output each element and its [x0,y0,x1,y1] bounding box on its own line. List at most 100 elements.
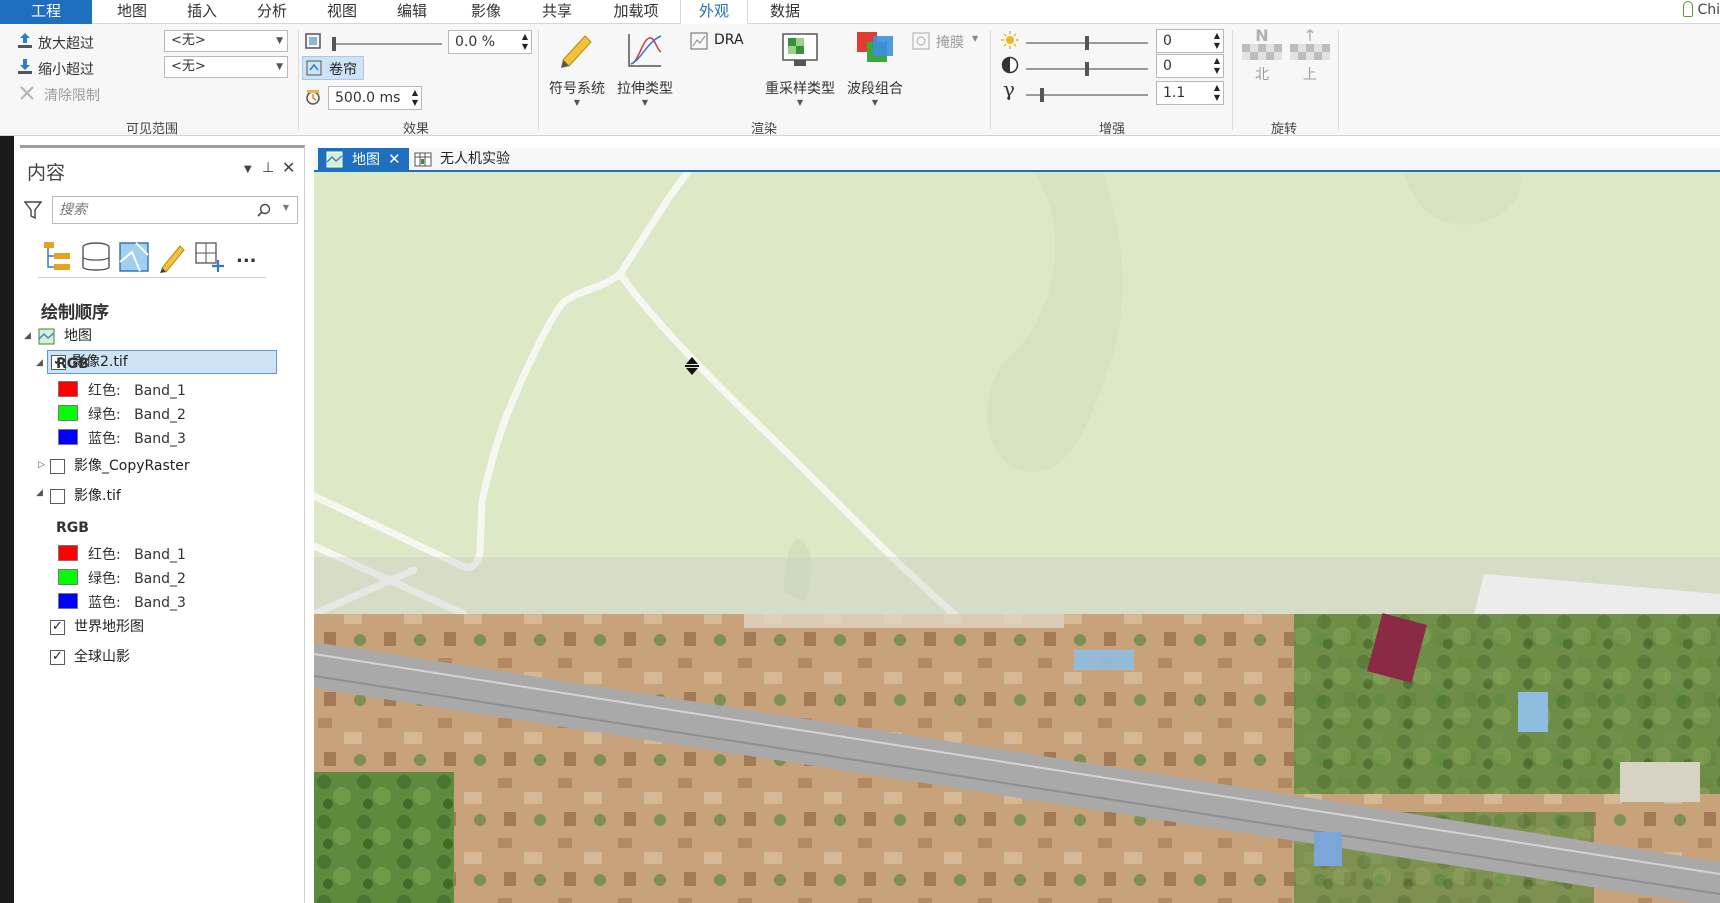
pane-options-chevron-icon[interactable]: ▼ [244,164,252,175]
gamma-slider[interactable] [1026,88,1148,102]
gamma-icon: γ [1003,77,1015,101]
mask-button[interactable]: 掩膜 ▼ [912,32,984,52]
flicker-rate-spinner[interactable]: 500.0 ms ▲ ▼ [328,86,422,110]
layer-row-copyraster[interactable]: 影像_CopyRaster [50,454,280,478]
list-by-editing-icon[interactable] [154,240,190,274]
chevron-down-icon: ▼ [276,36,283,46]
red-band-swatch[interactable] [58,545,78,561]
layer-row-world-hillshade[interactable]: ✓ 全球山影 [50,645,280,669]
brightness-slider[interactable] [1026,36,1148,50]
collapse-triangle-icon[interactable]: ◢ [36,488,43,498]
tree-node-map[interactable]: ◢ 地图 [20,324,290,348]
list-by-selection-icon[interactable] [116,240,152,274]
green-band-swatch[interactable] [58,569,78,585]
transparency-slider-thumb[interactable] [332,37,336,51]
tab-view[interactable]: 视图 [310,0,374,24]
spinner-arrows-icon[interactable]: ▲ ▼ [522,32,528,52]
symbology-icon [561,35,592,68]
spinner-arrows-icon[interactable]: ▲ ▼ [1214,31,1220,51]
dra-button[interactable]: DRA [690,32,750,52]
tab-edit[interactable]: 编辑 [380,0,444,24]
transparency-slider[interactable] [332,37,442,51]
brightness-slider-thumb[interactable] [1085,36,1089,50]
close-icon[interactable]: ✕ [388,150,401,168]
zoom-in-beyond-select[interactable]: <无> ▼ [164,30,288,52]
tab-imagery[interactable]: 影像 [450,0,522,24]
map-rendering [314,172,1720,903]
swipe-button[interactable]: 卷帘 [302,56,364,80]
layer-row-image[interactable]: 影像.tif [50,484,280,508]
symbology-button[interactable]: 符号系统 ▼ [544,30,610,108]
contrast-slider-thumb[interactable] [1085,62,1089,76]
pin-icon[interactable]: ⊥ [262,160,274,176]
search-box[interactable]: ▼ [52,196,298,224]
search-options-chevron-icon[interactable]: ▼ [283,203,289,212]
filter-icon[interactable] [24,200,42,220]
transparency-spinner[interactable]: 0.0 % ▲ ▼ [448,30,532,54]
tab-data[interactable]: 数据 [752,0,818,24]
layer-visibility-checkbox[interactable]: ✓ [50,620,65,635]
group-divider [990,30,991,130]
spinner-arrows-icon[interactable]: ▲ ▼ [1214,83,1220,103]
map-icon [38,328,55,345]
map-canvas[interactable] [314,172,1720,903]
zoom-out-beyond-button[interactable]: 缩小超过 [38,59,94,79]
close-pane-icon[interactable]: ✕ [282,158,295,177]
expand-triangle-icon[interactable]: ▷ [38,460,45,470]
stretch-type-button[interactable]: 拉伸类型 ▼ [612,30,678,108]
more-options-icon[interactable]: ... [236,246,272,280]
chevron-down-icon: ▼ [796,98,804,107]
tab-addins[interactable]: 加载项 [598,0,674,24]
rotate-north-button[interactable]: N 北 [1240,28,1284,84]
list-by-snapping-icon[interactable] [192,240,228,274]
tab-scene-view[interactable]: 无人机实验 [406,148,518,171]
band-combination-label: 波段组合 [847,81,903,97]
search-icon[interactable] [257,203,271,217]
band-row-blue: 蓝色: Band_3 [88,431,186,447]
blue-band-swatch[interactable] [58,429,78,445]
zoom-in-beyond-button[interactable]: 放大超过 [38,33,94,53]
tab-map-view[interactable]: 地图 ✕ [318,148,409,171]
user-account[interactable]: Chi [1683,0,1720,22]
tab-project[interactable]: 工程 [0,0,92,24]
tab-map[interactable]: 地图 [100,0,164,24]
contrast-spinner[interactable]: 0 ▲ ▼ [1156,54,1224,78]
search-input[interactable] [53,197,253,223]
spinner-arrows-icon[interactable]: ▲ ▼ [1214,56,1220,76]
tab-share[interactable]: 共享 [524,0,590,24]
band-combination-button[interactable]: 波段组合 ▼ [842,30,908,108]
blue-band-swatch[interactable] [58,593,78,609]
renderer-heading: RGB [56,356,89,372]
spinner-arrows-icon[interactable]: ▲ ▼ [412,88,418,108]
gamma-spinner[interactable]: 1.1 ▲ ▼ [1156,81,1224,105]
resampling-type-icon [782,33,818,66]
tab-appearance[interactable]: 外观 [680,0,748,25]
collapse-triangle-icon[interactable]: ◢ [24,324,31,348]
stretch-type-label: 拉伸类型 [617,81,673,97]
brightness-spinner[interactable]: 0 ▲ ▼ [1156,29,1224,53]
resampling-type-button[interactable]: 重采样类型 ▼ [760,30,840,108]
red-band-swatch[interactable] [58,381,78,397]
collapse-triangle-icon[interactable]: ◢ [36,358,43,368]
resampling-type-label: 重采样类型 [765,81,835,97]
layer-visibility-checkbox[interactable]: ✓ [50,650,65,665]
band-combination-icon [857,32,893,62]
contents-pane: 内容 ▼ ⊥ ✕ ▼ ... 绘制顺序 ◢ [20,145,305,903]
tab-analysis[interactable]: 分析 [240,0,304,24]
contents-title: 内容 [27,162,66,184]
contrast-slider[interactable] [1026,62,1148,76]
zoom-out-beyond-select[interactable]: <无> ▼ [164,56,288,78]
transparency-icon [305,33,321,49]
tab-insert[interactable]: 插入 [170,0,234,24]
rotate-up-button[interactable]: ↑ 上 [1288,28,1332,84]
layer-row-world-topo[interactable]: ✓ 世界地形图 [50,615,280,639]
clear-limits-button[interactable]: 清除限制 [44,85,100,105]
layer-visibility-checkbox[interactable] [50,489,65,504]
gamma-slider-thumb[interactable] [1040,88,1044,102]
up-arrow-icon: ↑ [1303,26,1317,45]
list-by-drawing-order-icon[interactable] [40,240,76,274]
green-band-swatch[interactable] [58,405,78,421]
list-by-data-source-icon[interactable] [78,240,114,274]
layer-visibility-checkbox[interactable] [50,459,65,474]
scene-tab-label: 无人机实验 [440,151,510,167]
